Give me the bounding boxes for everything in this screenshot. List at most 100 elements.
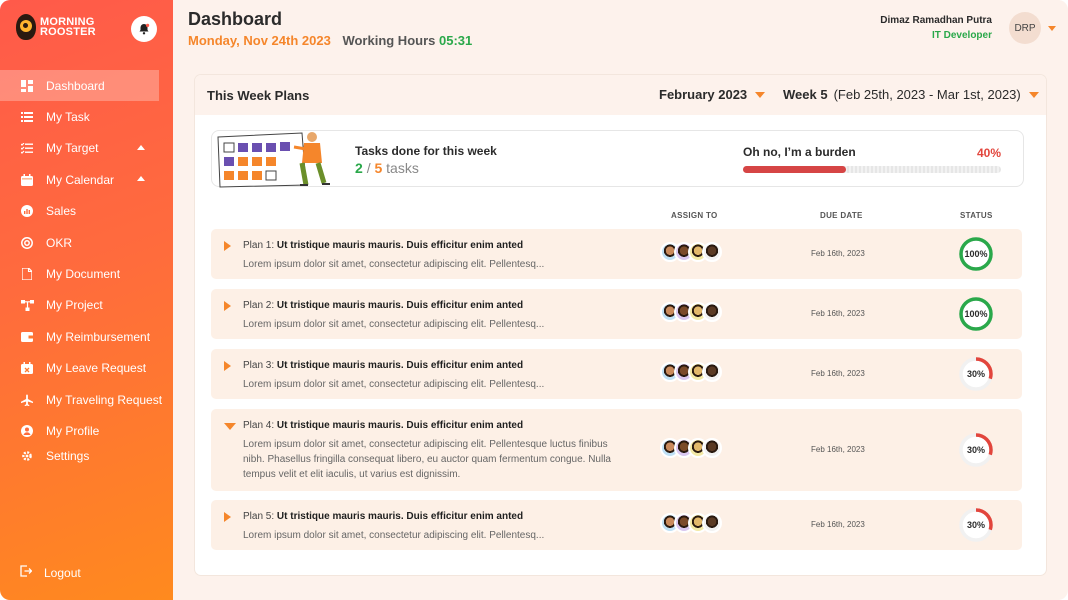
bell-icon [139, 23, 150, 35]
progress-percent: 40% [976, 146, 1001, 160]
chevron-right-icon[interactable] [224, 301, 231, 311]
plan-title: Plan 4: Ut tristique mauris mauris. Duis… [243, 420, 524, 431]
sidebar-item-label: Sales [46, 204, 77, 219]
sidebar-item-label: My Reimbursement [46, 329, 151, 344]
week-plans-card: This Week Plans February 2023 Week 5 (Fe… [195, 75, 1046, 575]
sidebar-item-my-traveling-request[interactable]: My Traveling Request [0, 384, 173, 415]
sidebar-item-label: My Project [46, 298, 103, 313]
gear-icon [20, 449, 34, 463]
sidebar-item-my-leave-request[interactable]: My Leave Request [0, 353, 173, 384]
plan-row[interactable]: Plan 3: Ut tristique mauris mauris. Duis… [211, 349, 1022, 399]
notification-button[interactable] [131, 16, 157, 42]
assignee-avatars[interactable] [660, 242, 722, 262]
plan-description: Lorem ipsum dolor sit amet, consectetur … [243, 530, 545, 541]
sidebar-item-label: My Target [46, 141, 99, 156]
brand-name: MORNING ROOSTER [40, 16, 96, 38]
sidebar-item-label: My Traveling Request [46, 392, 163, 407]
app-window: MORNING ROOSTER Dashboard My Task My Tar… [0, 0, 1068, 600]
assignee-avatars[interactable] [660, 438, 722, 458]
status-percent: 100% [964, 309, 988, 319]
sidebar-item-label: My Calendar [46, 172, 115, 187]
avatar[interactable]: DRP [1009, 12, 1041, 44]
dashboard-icon [20, 79, 34, 93]
plan-description: Lorem ipsum dolor sit amet, consectetur … [243, 379, 545, 390]
column-header-assign: ASSIGN TO [671, 211, 718, 220]
target-icon [20, 236, 34, 250]
week-select[interactable]: Week 5 (Feb 25th, 2023 - Mar 1st, 2023) [783, 87, 1039, 102]
avatar[interactable] [702, 513, 722, 533]
sidebar-item-my-profile[interactable]: My Profile [0, 415, 173, 446]
sidebar-item-label: My Profile [46, 423, 100, 438]
avatar[interactable] [702, 362, 722, 382]
chevron-up-icon[interactable] [137, 176, 145, 182]
avatar[interactable] [702, 242, 722, 262]
sidebar: MORNING ROOSTER Dashboard My Task My Tar… [0, 0, 173, 600]
chevron-down-icon[interactable] [1048, 26, 1056, 31]
avatar[interactable] [702, 302, 722, 322]
current-date: Monday, Nov 24th 2023 [188, 33, 331, 48]
sidebar-item-my-task[interactable]: My Task [0, 101, 173, 132]
column-header-due: DUE DATE [820, 211, 863, 220]
plan-row[interactable]: Plan 4: Ut tristique mauris mauris. Duis… [211, 409, 1022, 491]
status-percent: 100% [964, 249, 988, 259]
sidebar-item-settings[interactable]: Settings [0, 447, 173, 463]
checklist-icon [20, 141, 34, 155]
working-hours-label: Working Hours [342, 33, 436, 48]
tasks-done-label: Tasks done for this week [355, 144, 497, 158]
chevron-up-icon[interactable] [137, 144, 145, 150]
plan-due-date: Feb 16th, 2023 [811, 520, 865, 529]
sidebar-item-dashboard[interactable]: Dashboard [0, 70, 159, 102]
plan-row[interactable]: Plan 1: Ut tristique mauris mauris. Duis… [211, 229, 1022, 279]
brand-logo[interactable]: MORNING ROOSTER [16, 14, 96, 40]
plan-row[interactable]: Plan 2: Ut tristique mauris mauris. Duis… [211, 289, 1022, 339]
sidebar-item-my-project[interactable]: My Project [0, 290, 173, 321]
plan-description: Lorem ipsum dolor sit amet, consectetur … [243, 319, 545, 330]
plan-title: Plan 3: Ut tristique mauris mauris. Duis… [243, 360, 524, 371]
list-icon [20, 110, 34, 124]
header-subline: Monday, Nov 24th 2023 Working Hours 05:3… [188, 33, 472, 48]
sidebar-item-label: Settings [46, 448, 90, 463]
page-title: Dashboard [188, 9, 283, 29]
card-header: This Week Plans February 2023 Week 5 (Fe… [195, 75, 1046, 115]
progress-label: Oh no, I’m a burden [743, 145, 856, 159]
document-icon [20, 267, 34, 281]
month-select[interactable]: February 2023 [659, 87, 766, 102]
plan-row[interactable]: Plan 5: Ut tristique mauris mauris. Duis… [211, 500, 1022, 550]
sidebar-item-my-reimbursement[interactable]: My Reimbursement [0, 321, 173, 352]
user-info[interactable]: Dimaz Ramadhan Putra IT Developer [880, 15, 992, 41]
sidebar-item-okr[interactable]: OKR [0, 227, 173, 258]
weekly-summary: Tasks done for this week 2 / 5 tasks Oh … [211, 130, 1024, 188]
project-icon [20, 298, 34, 312]
chevron-down-icon[interactable] [224, 423, 236, 430]
plan-due-date: Feb 16th, 2023 [811, 445, 865, 454]
status-percent: 30% [966, 520, 985, 530]
user-name: Dimaz Ramadhan Putra [880, 15, 992, 26]
assignee-avatars[interactable] [660, 513, 722, 533]
logout-button[interactable]: Logout [20, 565, 81, 580]
sidebar-menu: Dashboard My Task My Target My Calendar … [0, 70, 173, 463]
plan-status-ring: 100% [958, 236, 994, 272]
chevron-right-icon[interactable] [224, 241, 231, 251]
sidebar-item-sales[interactable]: Sales [0, 196, 173, 227]
sidebar-item-label: My Document [46, 267, 121, 282]
plan-description: Lorem ipsum dolor sit amet, consectetur … [243, 439, 611, 480]
sidebar-item-my-calendar[interactable]: My Calendar [0, 164, 173, 195]
sidebar-item-my-target[interactable]: My Target [0, 133, 173, 164]
logout-icon [20, 565, 33, 580]
assignee-avatars[interactable] [660, 362, 722, 382]
wallet-icon [20, 330, 34, 344]
avatar[interactable] [702, 438, 722, 458]
plan-title: Plan 2: Ut tristique mauris mauris. Duis… [243, 300, 524, 311]
chevron-right-icon[interactable] [224, 361, 231, 371]
tasks-done-count: 2 / 5 tasks [355, 160, 419, 176]
chevron-right-icon[interactable] [224, 512, 231, 522]
top-header: Dashboard Monday, Nov 24th 2023 Working … [173, 0, 1068, 56]
card-title: This Week Plans [207, 88, 310, 103]
sidebar-item-label: Dashboard [46, 78, 105, 93]
column-header-status: STATUS [960, 211, 993, 220]
chevron-down-icon [1028, 91, 1039, 98]
sidebar-item-my-document[interactable]: My Document [0, 258, 173, 289]
sidebar-item-label: My Leave Request [46, 361, 147, 376]
assignee-avatars[interactable] [660, 302, 722, 322]
user-icon [20, 424, 34, 438]
